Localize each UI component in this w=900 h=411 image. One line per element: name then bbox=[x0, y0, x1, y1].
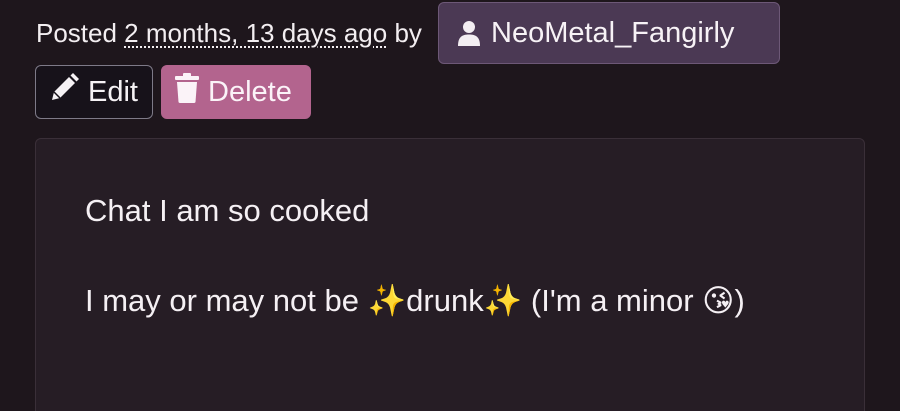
author-link[interactable]: NeoMetal_Fangirly bbox=[438, 2, 780, 64]
delete-button[interactable]: Delete bbox=[161, 65, 311, 119]
posted-prefix: Posted bbox=[36, 17, 125, 48]
post-content: Chat I am so cooked I may or may not be … bbox=[35, 138, 865, 411]
author-name: NeoMetal_Fangirly bbox=[491, 16, 735, 49]
by-label: by bbox=[387, 17, 422, 48]
delete-label: Delete bbox=[208, 75, 292, 108]
post-page: Posted 2 months, 13 days ago by NeoMetal… bbox=[0, 0, 900, 411]
trash-icon bbox=[174, 72, 200, 112]
user-icon bbox=[457, 20, 481, 46]
post-meta: Posted 2 months, 13 days ago by bbox=[36, 2, 422, 64]
post-text-line: I may or may not be ✨drunk✨ (I'm a minor… bbox=[85, 283, 745, 318]
pencil-icon bbox=[48, 72, 80, 112]
edit-button[interactable]: Edit bbox=[35, 65, 153, 119]
post-actions: Edit Delete bbox=[35, 65, 311, 119]
post-text-line: Chat I am so cooked bbox=[85, 193, 370, 228]
edit-label: Edit bbox=[88, 75, 138, 108]
post-timestamp[interactable]: 2 months, 13 days ago bbox=[124, 18, 387, 49]
